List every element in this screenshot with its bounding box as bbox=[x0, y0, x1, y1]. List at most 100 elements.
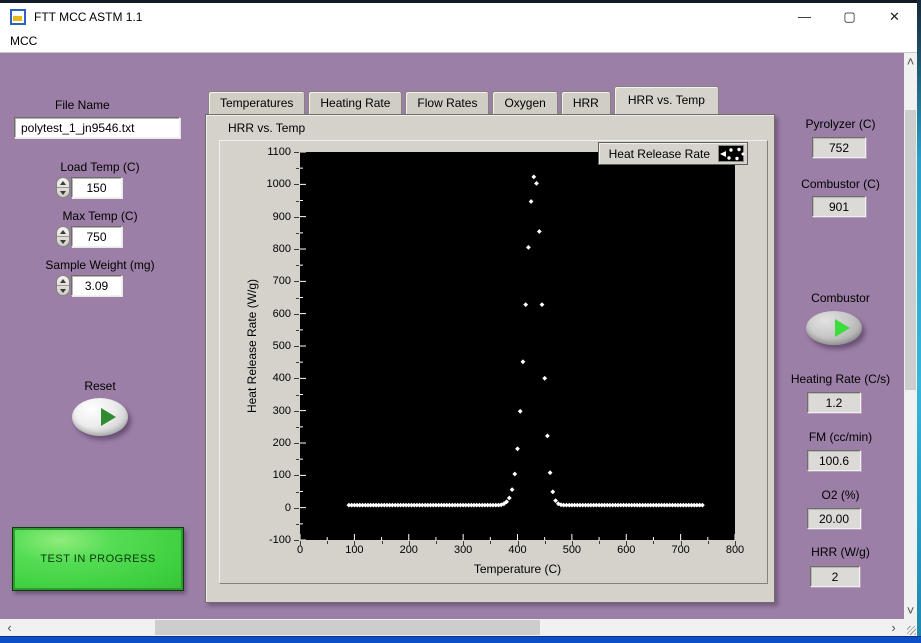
max-temp-decrement[interactable] bbox=[57, 237, 69, 246]
o2-value: 20.00 bbox=[807, 508, 861, 529]
tick-mark bbox=[294, 281, 299, 282]
tick-mark bbox=[294, 314, 299, 315]
tick-mark bbox=[296, 362, 299, 363]
tab-temperatures[interactable]: Temperatures bbox=[208, 91, 305, 114]
tab-hrr[interactable]: HRR bbox=[561, 91, 611, 114]
menu-bar: MCC bbox=[0, 30, 917, 53]
sample-weight-stepper[interactable] bbox=[56, 275, 70, 296]
tick-mark bbox=[294, 346, 299, 347]
file-name-input[interactable] bbox=[14, 117, 180, 138]
y-tick-label: 300 bbox=[273, 405, 291, 417]
chart-frame: Heat Release Rate (W/g) -100010020030040… bbox=[219, 140, 768, 584]
sample-weight-label: Sample Weight (mg) bbox=[10, 258, 190, 272]
y-tick-label: 1100 bbox=[267, 146, 291, 158]
load-temp-label: Load Temp (C) bbox=[20, 160, 180, 174]
window-border-bottom bbox=[0, 636, 921, 643]
chart-legend[interactable]: Heat Release Rate bbox=[598, 142, 748, 165]
vertical-scrollbar[interactable]: ˄ ˅ bbox=[904, 53, 917, 619]
close-button[interactable]: ✕ bbox=[872, 3, 917, 30]
tick-mark bbox=[436, 541, 437, 544]
plot-area bbox=[300, 152, 735, 540]
pyrolyzer-value: 752 bbox=[812, 137, 866, 158]
tick-mark bbox=[296, 201, 299, 202]
tick-mark bbox=[294, 508, 299, 509]
combustor-temp-value: 901 bbox=[812, 196, 866, 217]
window-title: FTT MCC ASTM 1.1 bbox=[34, 10, 142, 24]
tab-heating-rate[interactable]: Heating Rate bbox=[308, 91, 402, 114]
tick-mark bbox=[294, 184, 299, 185]
window-border-right bbox=[917, 0, 921, 643]
reset-button[interactable] bbox=[72, 398, 128, 436]
resize-grip[interactable] bbox=[904, 619, 917, 636]
tick-mark bbox=[490, 541, 491, 544]
hrr-scatter-plot bbox=[300, 152, 735, 540]
hrr-value: 2 bbox=[810, 566, 860, 587]
tick-mark bbox=[296, 330, 299, 331]
tick-mark bbox=[296, 265, 299, 266]
tick-mark bbox=[294, 217, 299, 218]
max-temp-field[interactable] bbox=[71, 226, 122, 247]
y-tick-label: 800 bbox=[273, 243, 291, 255]
file-name-label: File Name bbox=[55, 98, 110, 112]
inner-tick-marks bbox=[300, 152, 735, 540]
horizontal-scrollbar[interactable]: ‹ › bbox=[0, 619, 904, 636]
tick-mark bbox=[626, 541, 627, 546]
y-tick-label: 900 bbox=[273, 211, 291, 223]
max-temp-stepper[interactable] bbox=[56, 226, 70, 247]
fm-value: 100.6 bbox=[807, 450, 861, 471]
tick-mark bbox=[294, 378, 299, 379]
o2-label: O2 (%) bbox=[770, 488, 911, 502]
load-temp-increment[interactable] bbox=[57, 178, 69, 188]
chart-title: HRR vs. Temp bbox=[228, 121, 305, 135]
scroll-left-arrow[interactable]: ‹ bbox=[2, 619, 17, 636]
scroll-right-arrow[interactable]: › bbox=[886, 619, 901, 636]
tick-mark bbox=[300, 541, 301, 546]
sample-weight-increment[interactable] bbox=[57, 276, 69, 286]
tick-mark bbox=[294, 443, 299, 444]
test-in-progress-indicator: TEST IN PROGRESS bbox=[12, 527, 184, 591]
combustor-button-label: Combustor bbox=[770, 291, 911, 305]
vertical-scrollbar-thumb[interactable] bbox=[905, 110, 916, 390]
fm-label: FM (cc/min) bbox=[770, 430, 911, 444]
load-temp-decrement[interactable] bbox=[57, 188, 69, 197]
tick-mark bbox=[735, 541, 736, 546]
scroll-down-arrow[interactable]: ˅ bbox=[904, 602, 917, 619]
app-icon bbox=[10, 9, 26, 25]
maximize-button[interactable]: ▢ bbox=[827, 3, 872, 30]
tick-mark bbox=[599, 541, 600, 544]
y-tick-label: 700 bbox=[273, 275, 291, 287]
tick-mark bbox=[681, 541, 682, 546]
sample-weight-decrement[interactable] bbox=[57, 286, 69, 295]
max-temp-increment[interactable] bbox=[57, 227, 69, 237]
menu-mcc[interactable]: MCC bbox=[0, 34, 47, 48]
hrr-label: HRR (W/g) bbox=[770, 545, 911, 559]
max-temp-label: Max Temp (C) bbox=[20, 209, 180, 223]
load-temp-stepper[interactable] bbox=[56, 177, 70, 198]
legend-marker-sample bbox=[718, 145, 744, 162]
y-tick-label: 600 bbox=[273, 308, 291, 320]
tick-mark bbox=[296, 168, 299, 169]
combustor-button[interactable] bbox=[806, 311, 862, 345]
tab-strip: TemperaturesHeating RateFlow RatesOxygen… bbox=[205, 86, 722, 114]
tab-hrr-vs-temp[interactable]: HRR vs. Temp bbox=[614, 86, 719, 114]
load-temp-field[interactable] bbox=[71, 177, 122, 198]
tick-mark bbox=[296, 524, 299, 525]
tick-mark bbox=[354, 541, 355, 546]
tick-mark bbox=[294, 152, 299, 153]
tab-oxygen[interactable]: Oxygen bbox=[492, 91, 557, 114]
tick-mark bbox=[296, 492, 299, 493]
tick-mark bbox=[463, 541, 464, 546]
scroll-up-arrow[interactable]: ˄ bbox=[904, 53, 917, 70]
minimize-button[interactable]: — bbox=[782, 3, 827, 30]
horizontal-scrollbar-thumb[interactable] bbox=[155, 620, 540, 635]
tick-mark bbox=[518, 541, 519, 546]
sample-weight-field[interactable] bbox=[71, 275, 122, 296]
tick-mark bbox=[327, 541, 328, 544]
tab-page-hrr-vs-temp: HRR vs. Temp Heat Release Rate (W/g) -10… bbox=[205, 114, 775, 603]
tick-mark bbox=[296, 427, 299, 428]
window-controls: — ▢ ✕ bbox=[782, 3, 917, 30]
tick-mark bbox=[545, 541, 546, 544]
tab-flow-rates[interactable]: Flow Rates bbox=[405, 91, 489, 114]
y-tick-label: -100 bbox=[269, 534, 291, 546]
series-heat-release-rate bbox=[347, 175, 705, 508]
